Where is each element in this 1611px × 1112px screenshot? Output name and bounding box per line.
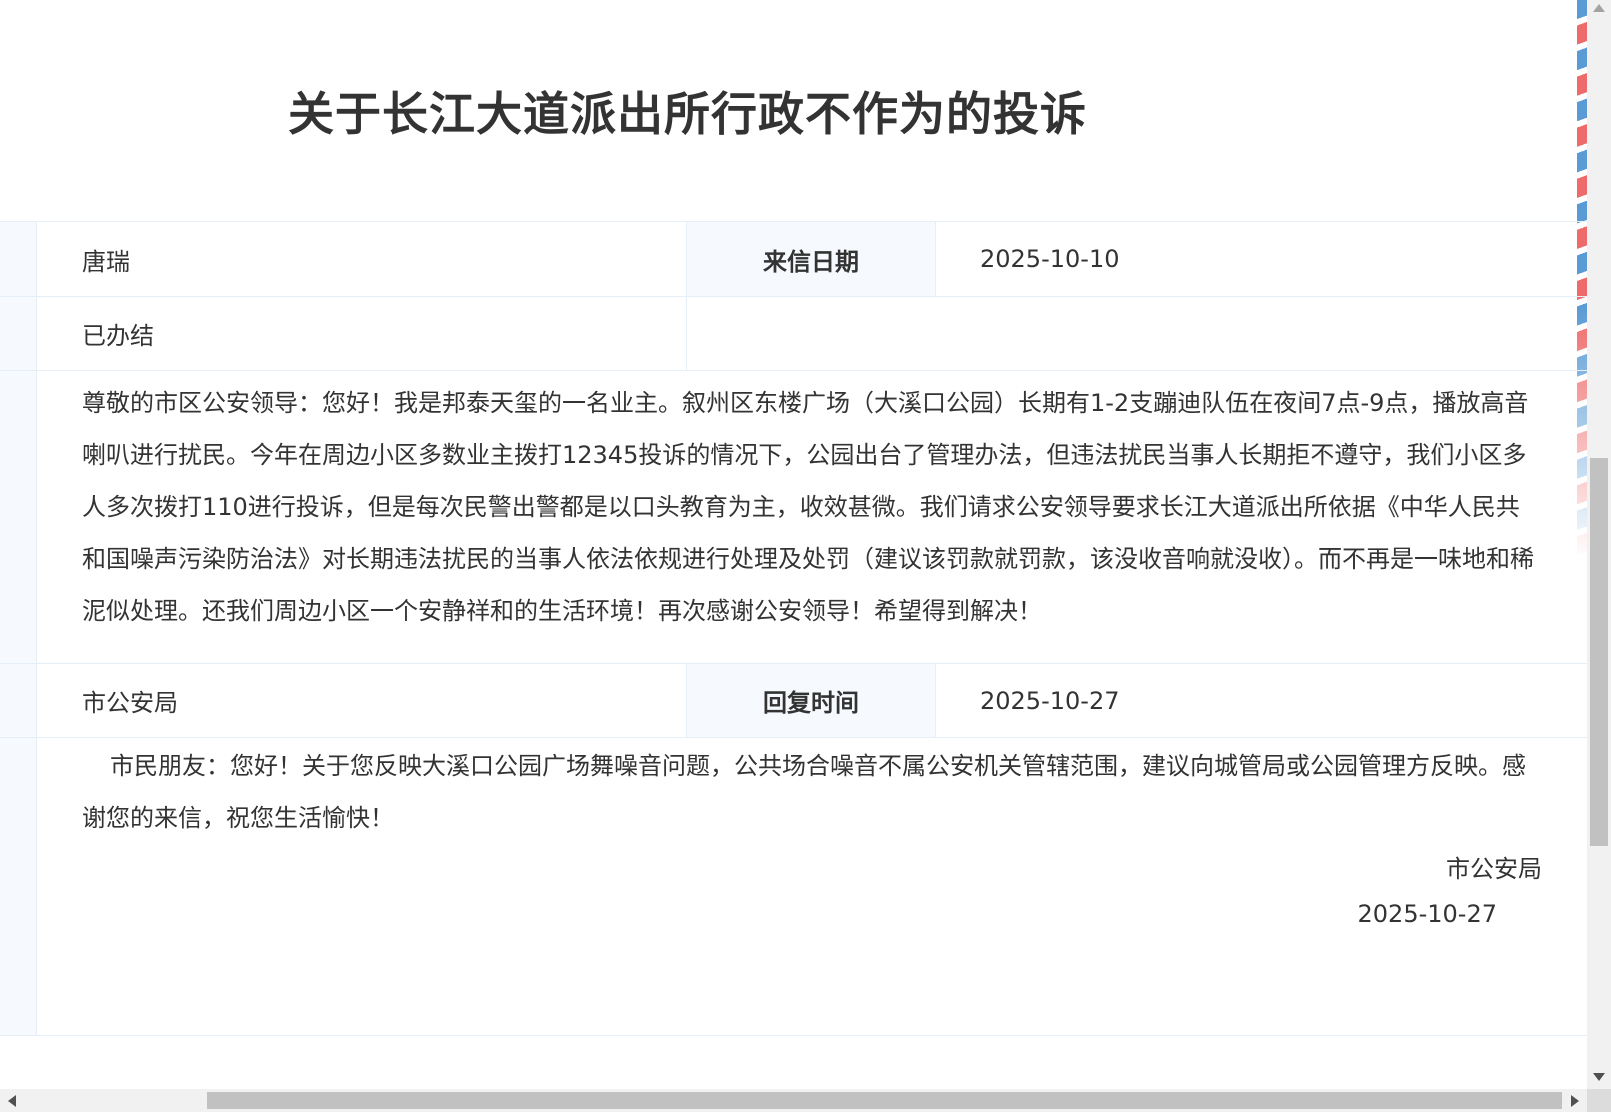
scroll-down-arrow-icon[interactable] (1593, 1073, 1605, 1081)
letter-date-label: 来信日期 (686, 222, 936, 296)
horizontal-scroll-thumb[interactable] (207, 1092, 1562, 1109)
reply-signature-date: 2025-10-27 (1357, 900, 1497, 928)
row-header-cell (0, 664, 37, 737)
letter-table: 唐瑞 来信日期 2025-10-10 已办结 尊敬的市区公安领导：您好！我是邦泰… (0, 221, 1587, 1036)
letter-content: 尊敬的市区公安领导：您好！我是邦泰天玺的一名业主。叙州区东楼广场（大溪口公园）长… (82, 389, 1534, 625)
sender-name: 唐瑞 (82, 247, 130, 276)
row-header-cell (0, 222, 37, 296)
horizontal-scrollbar[interactable] (0, 1089, 1587, 1112)
reply-row: 市公安局 回复时间 2025-10-27 (0, 664, 1587, 738)
reply-content: 市民朋友：您好！关于您反映大溪口公园广场舞噪音问题，公共场合噪音不属公安机关管辖… (82, 752, 1526, 832)
reply-content-row: 市民朋友：您好！关于您反映大溪口公园广场舞噪音问题，公共场合噪音不属公安机关管辖… (0, 738, 1587, 1036)
reply-department: 市公安局 (82, 689, 178, 717)
sender-row: 唐瑞 来信日期 2025-10-10 (0, 222, 1587, 297)
row-header-cell (0, 297, 37, 370)
row-header-cell (0, 738, 37, 1035)
scroll-up-arrow-icon[interactable] (1593, 4, 1605, 12)
scroll-left-arrow-icon[interactable] (8, 1095, 16, 1107)
row-header-cell (0, 371, 37, 663)
page-title: 关于长江大道派出所行政不作为的投诉 (288, 87, 1087, 141)
scroll-right-arrow-icon[interactable] (1571, 1095, 1579, 1107)
status-value: 已办结 (82, 322, 154, 350)
vertical-scrollbar[interactable] (1587, 0, 1611, 1089)
page: 关于长江大道派出所行政不作为的投诉 唐瑞 来信日期 2025-10-10 已办结… (0, 0, 1587, 1089)
scrollbar-corner (1587, 1089, 1611, 1112)
status-row: 已办结 (0, 297, 1587, 371)
reply-signature: 市公安局 (1446, 855, 1542, 883)
reply-time-label: 回复时间 (686, 664, 936, 737)
vertical-scroll-thumb[interactable] (1590, 458, 1608, 846)
letter-content-row: 尊敬的市区公安领导：您好！我是邦泰天玺的一名业主。叙州区东楼广场（大溪口公园）长… (0, 371, 1587, 664)
cell-divider (686, 297, 687, 370)
letter-date: 2025-10-10 (980, 245, 1120, 273)
reply-time: 2025-10-27 (980, 686, 1120, 715)
